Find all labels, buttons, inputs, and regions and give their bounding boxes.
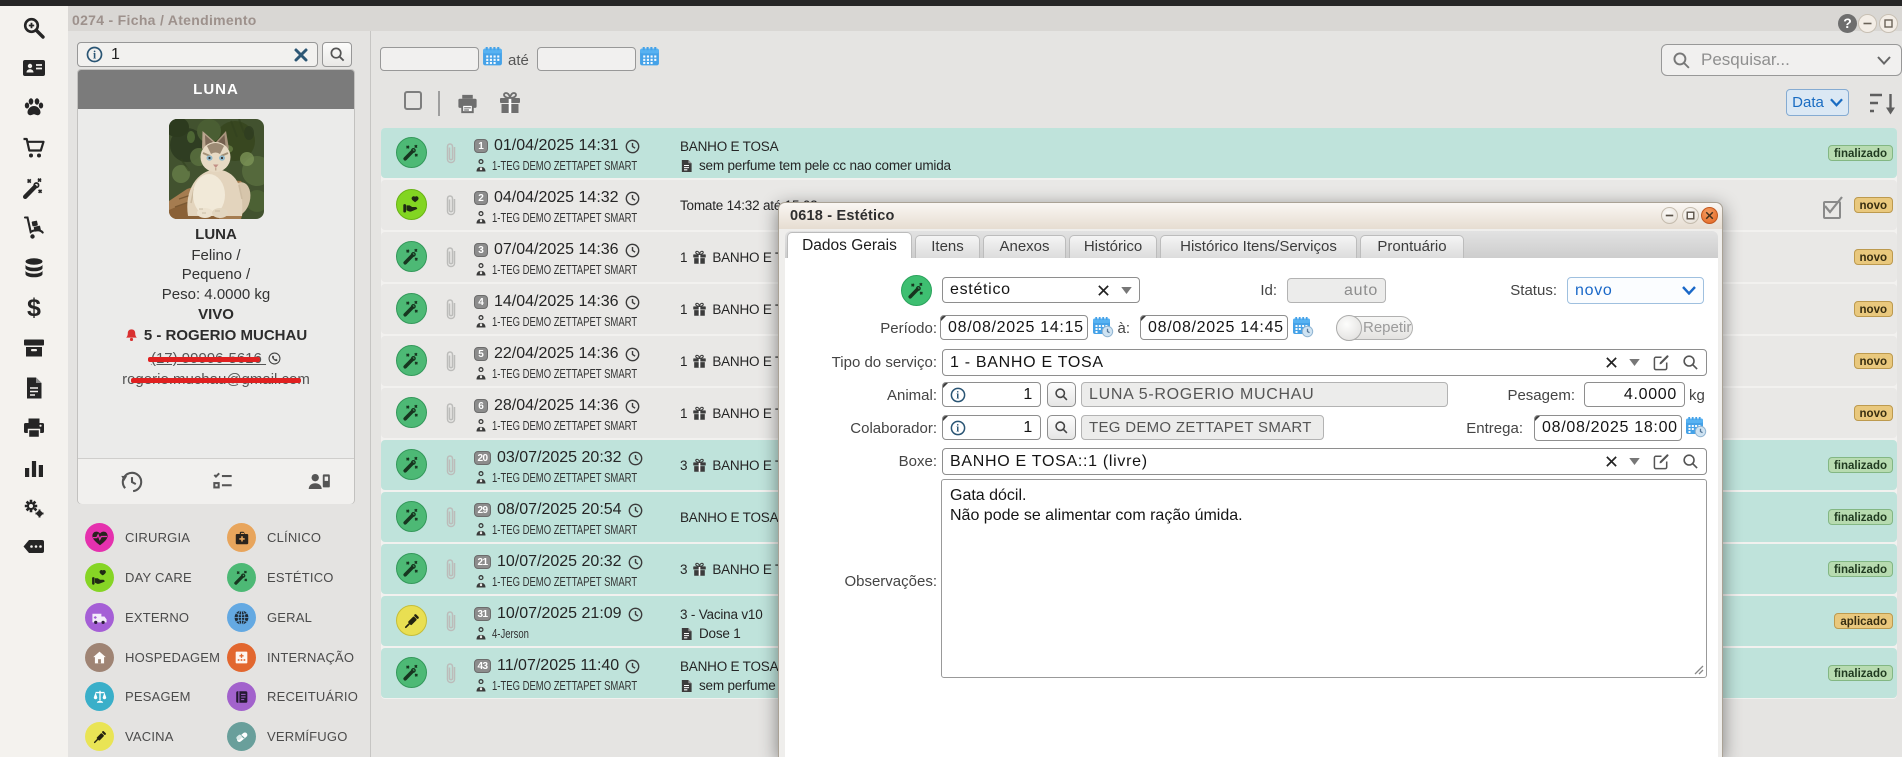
svg-text:i: i xyxy=(956,423,960,434)
svg-text:i: i xyxy=(956,390,960,401)
svg-text:i: i xyxy=(93,49,96,61)
